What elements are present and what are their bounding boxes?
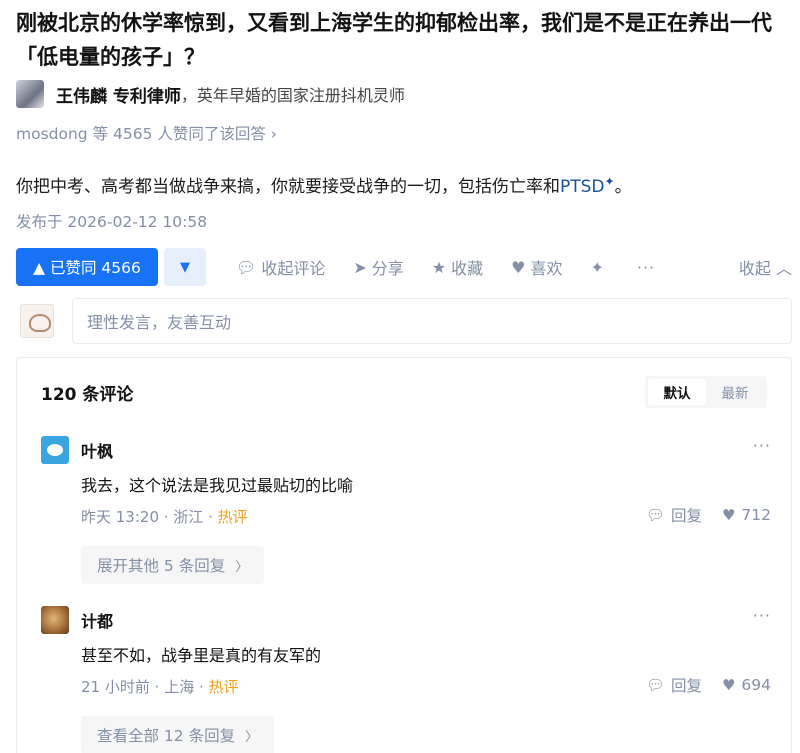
- collapse-comments-button[interactable]: 💬︎ 收起评论: [236, 255, 325, 279]
- downvote-button[interactable]: ▼: [164, 248, 206, 286]
- comments-count: 120 条评论: [41, 385, 134, 405]
- reply-button[interactable]: 💬︎ 回复: [646, 674, 702, 696]
- share-label: 分享: [371, 259, 404, 278]
- ai-sparkle-button[interactable]: ✦: [590, 258, 608, 277]
- comment-input-row: 理性发言，友善互动: [16, 298, 792, 344]
- heart-icon: ♥: [721, 506, 736, 524]
- meta-separator: ·: [208, 508, 218, 526]
- likers-link[interactable]: mosdong 等 4565 人赞同了该回答 ›: [16, 122, 277, 144]
- like-button[interactable]: ♥ 喜欢: [511, 255, 562, 279]
- commenter-avatar[interactable]: [41, 606, 69, 634]
- collect-button[interactable]: ★ 收藏: [432, 255, 483, 279]
- heart-icon: ♥: [721, 676, 736, 694]
- question-title[interactable]: 刚被北京的休学率惊到，又看到上海学生的抑郁检出率，我们是不是正在养出一代「低电量…: [16, 6, 792, 74]
- star-icon: ★: [431, 257, 447, 277]
- heart-icon: ♥: [511, 257, 526, 277]
- publish-date: 发布于 2026-02-12 10:58: [16, 213, 208, 231]
- comment-actions: 💬︎ 回复 ♥ 712: [626, 504, 771, 526]
- ptsd-link[interactable]: PTSD: [560, 177, 605, 197]
- sort-toggle: 默认 最新: [645, 376, 767, 408]
- reply-label: 回复: [670, 507, 702, 525]
- view-all-replies-button[interactable]: 查看全部 12 条回复 〉: [81, 716, 275, 753]
- comment-input[interactable]: 理性发言，友善互动: [72, 298, 792, 344]
- view-all-replies-label: 查看全部 12 条回复: [97, 727, 236, 745]
- comment-location: 浙江: [173, 508, 204, 526]
- comment-more-button[interactable]: ···: [753, 606, 771, 625]
- hot-badge: 热评: [217, 508, 248, 526]
- expand-replies-label: 展开其他 5 条回复: [97, 557, 226, 575]
- more-button[interactable]: ···: [637, 258, 655, 277]
- author-avatar[interactable]: [16, 80, 44, 108]
- collapse-answer-button[interactable]: 收起 ︿: [739, 255, 792, 279]
- comment-more-button[interactable]: ···: [753, 436, 771, 455]
- comment-text: 我去，这个说法是我见过最贴切的比喻: [81, 476, 354, 495]
- answer-text-end: 。: [614, 177, 632, 197]
- author-name[interactable]: 王伟麟 专利律师: [56, 82, 181, 107]
- commenter-avatar[interactable]: [41, 436, 69, 464]
- paper-plane-icon: ➤: [353, 257, 367, 277]
- chevron-right-icon: 〉: [245, 729, 259, 745]
- sort-default-tab[interactable]: 默认: [648, 379, 706, 405]
- meta-separator: ·: [163, 508, 174, 526]
- share-button[interactable]: ➤ 分享: [353, 255, 403, 279]
- comment-time: 21 小时前: [81, 678, 150, 696]
- comment-like-button[interactable]: ♥ 712: [722, 506, 771, 524]
- sort-latest-tab[interactable]: 最新: [706, 379, 764, 405]
- author-description: ，英年早婚的国家注册抖机灵师: [180, 86, 405, 105]
- comment-like-button[interactable]: ♥ 694: [722, 676, 771, 694]
- expand-replies-button[interactable]: 展开其他 5 条回复 〉: [81, 546, 265, 584]
- sparkle-ai-icon: ✦: [590, 257, 604, 277]
- collect-label: 收藏: [451, 259, 484, 278]
- action-bar: ▲ 已赞同 4566 ▼ 💬︎ 收起评论 ➤ 分享 ★ 收藏 ♥ 喜欢 ✦ ··…: [16, 248, 792, 286]
- comments-panel: 120 条评论 默认 最新 叶枫 ··· 我去，这个说法是我见过最贴切的比喻 昨…: [16, 357, 792, 753]
- hot-badge: 热评: [208, 678, 239, 696]
- reply-button[interactable]: 💬︎ 回复: [646, 504, 702, 526]
- reply-bubble-icon: 💬︎: [645, 506, 665, 524]
- comment-bubble-icon: 💬︎: [236, 257, 257, 277]
- author-row: 王伟麟 专利律师 ，英年早婚的国家注册抖机灵师: [16, 80, 405, 108]
- meta-separator: ·: [154, 678, 165, 696]
- reply-bubble-icon: 💬︎: [645, 676, 665, 694]
- answer-text: 你把中考、高考都当做战争来搞，你就要接受战争的一切，包括伤亡率和: [16, 177, 560, 197]
- like-label: 喜欢: [530, 259, 563, 278]
- chevron-right-icon: 〉: [235, 559, 249, 575]
- user-avatar: [20, 304, 54, 338]
- comment-text: 甚至不如，战争里是真的有友军的: [81, 646, 322, 665]
- comment-location: 上海: [164, 678, 195, 696]
- comment-meta: 昨天 13:20 · 浙江 · 热评: [81, 506, 248, 527]
- comment-actions: 💬︎ 回复 ♥ 694: [626, 674, 771, 696]
- commenter-name[interactable]: 叶枫: [81, 438, 113, 462]
- collapse-comments-label: 收起评论: [261, 259, 326, 278]
- answer-content: 你把中考、高考都当做战争来搞，你就要接受战争的一切，包括伤亡率和PTSD✦。: [16, 172, 632, 197]
- sparkle-icon: ✦: [604, 174, 615, 189]
- comment-like-count: 694: [741, 676, 771, 694]
- upvote-button[interactable]: ▲ 已赞同 4566: [16, 248, 158, 286]
- comment-time: 昨天 13:20: [81, 508, 159, 526]
- comment-like-count: 712: [741, 506, 771, 524]
- comment-meta: 21 小时前 · 上海 · 热评: [81, 676, 239, 697]
- meta-separator: ·: [198, 678, 209, 696]
- reply-label: 回复: [670, 677, 702, 695]
- commenter-name[interactable]: 计都: [81, 608, 113, 632]
